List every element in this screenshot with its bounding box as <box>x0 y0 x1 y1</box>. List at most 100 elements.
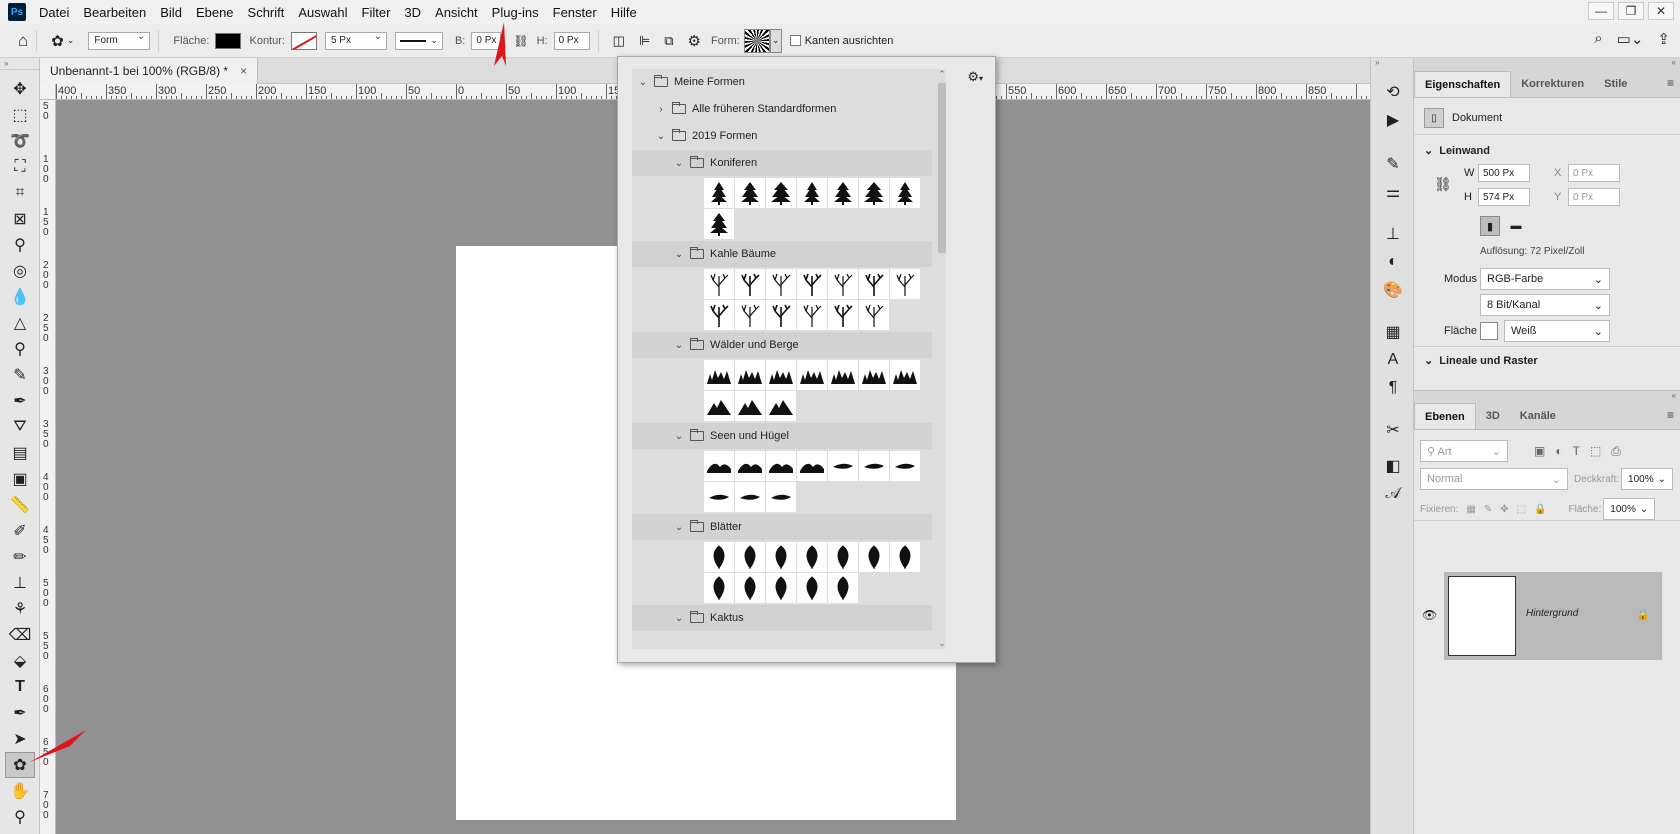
shape-thumbnail[interactable] <box>766 300 796 330</box>
chevron-right-icon[interactable]: › <box>654 104 668 115</box>
layer-filter-select[interactable]: ⚲ Art ⌄ <box>1420 440 1508 462</box>
chevron-down-icon[interactable]: ⌄ <box>672 249 686 260</box>
color-mode-select[interactable]: RGB-Farbe ⌄ <box>1480 268 1610 290</box>
brush-settings-icon[interactable]: ✎ <box>1371 150 1415 178</box>
link-dimensions-icon[interactable]: ⛓ <box>1434 176 1452 193</box>
menu-3d[interactable]: 3D <box>397 5 428 20</box>
shape-thumbnail[interactable] <box>704 269 734 299</box>
marquee-tool-icon[interactable]: ⬚ <box>0 102 40 128</box>
landscape-orientation-button[interactable]: ▬ <box>1506 216 1526 236</box>
shape-thumbnail[interactable] <box>828 360 858 390</box>
dodge-tool-icon[interactable]: ⚲ <box>0 336 40 362</box>
shape-thumbnail[interactable] <box>704 451 734 481</box>
shape-picker[interactable] <box>743 28 770 53</box>
eraser-tool-icon[interactable]: ⌫ <box>0 622 40 648</box>
character-icon[interactable]: A <box>1371 346 1415 374</box>
menu-plug-ins[interactable]: Plug-ins <box>485 5 546 20</box>
popup-gear-icon[interactable]: ⚙▾ <box>967 69 983 85</box>
shape-thumbnail[interactable] <box>704 178 734 208</box>
close-tab-icon[interactable]: × <box>240 64 247 78</box>
panel-menu-icon[interactable]: ≡ <box>1667 76 1674 90</box>
shape-thumbnail[interactable] <box>828 300 858 330</box>
shape-thumbnail[interactable] <box>859 542 889 572</box>
shape-thumbnail[interactable] <box>766 391 796 421</box>
shape-thumbnail[interactable] <box>735 391 765 421</box>
shape-thumbnail[interactable] <box>766 573 796 603</box>
chevron-down-icon[interactable]: ⌄ <box>672 431 686 442</box>
zoom-tool-icon[interactable]: ⚲ <box>0 804 40 830</box>
menu-fenster[interactable]: Fenster <box>546 5 604 20</box>
shape-group-2019-formen[interactable]: ⌄ 2019 Formen <box>632 123 932 149</box>
type-tool-icon[interactable]: T <box>0 674 40 700</box>
move-tool-icon[interactable]: ✥ <box>0 76 40 102</box>
shape-thumbnail[interactable] <box>890 178 920 208</box>
tab-adjustments[interactable]: Korrekturen <box>1511 71 1594 97</box>
blend-mode-select[interactable]: Normal ⌄ <box>1420 468 1568 490</box>
align-edges-checkbox[interactable] <box>789 35 801 46</box>
shape-thumbnail[interactable] <box>828 542 858 572</box>
chevron-down-icon[interactable]: ⌄ <box>654 131 668 142</box>
shape-thumbnail[interactable] <box>704 209 734 239</box>
shape-thumbnail[interactable] <box>704 542 734 572</box>
bit-depth-select[interactable]: 8 Bit/Kanal ⌄ <box>1480 294 1610 316</box>
fill-color-swatch[interactable] <box>1480 322 1498 340</box>
frame-tool-icon[interactable]: ⊠ <box>0 206 40 232</box>
shape-thumbnail[interactable] <box>704 573 734 603</box>
shape-thumbnail[interactable] <box>797 542 827 572</box>
menu-schrift[interactable]: Schrift <box>241 5 292 20</box>
canvas-section-header[interactable]: ⌄ Leinwand <box>1424 144 1490 158</box>
shape-thumbnail[interactable] <box>735 542 765 572</box>
mixer-brush-icon[interactable]: ⚘ <box>0 596 40 622</box>
shape-thumbnail[interactable] <box>797 451 827 481</box>
filter-pixel-icon[interactable]: ▣ <box>1534 444 1545 458</box>
lock-position-icon[interactable]: ✥ <box>1500 504 1508 515</box>
filter-shape-icon[interactable]: ⬚ <box>1590 444 1601 458</box>
lock-pixels-icon[interactable]: ✎ <box>1484 504 1492 515</box>
document-tab[interactable]: Unbenannt-1 bei 100% (RGB/8) * × <box>40 58 259 84</box>
shape-thumbnail[interactable] <box>797 178 827 208</box>
chevron-down-icon[interactable]: ⌄ <box>636 77 650 88</box>
crop-tool-icon[interactable]: ⌗ <box>0 180 40 206</box>
shape-thumbnail[interactable] <box>828 269 858 299</box>
menu-ansicht[interactable]: Ansicht <box>428 5 485 20</box>
tools-icon[interactable]: ✂ <box>1371 416 1415 444</box>
shape-thumbnail[interactable] <box>704 391 734 421</box>
menu-ebene[interactable]: Ebene <box>189 5 241 20</box>
shape-thumbnail[interactable] <box>766 269 796 299</box>
gradient-tool-icon[interactable]: ▤ <box>0 440 40 466</box>
history-panel-icon[interactable]: ⟲ <box>1371 78 1415 106</box>
shape-thumbnail[interactable] <box>735 269 765 299</box>
color-palette-icon[interactable]: 🎨 <box>1371 276 1415 304</box>
tool-mode-select[interactable]: Form <box>88 31 151 50</box>
shape-thumbnail[interactable] <box>828 178 858 208</box>
shape-thumbnail[interactable] <box>859 451 889 481</box>
shape-thumbnail[interactable] <box>704 482 734 512</box>
filter-type-icon[interactable]: T <box>1573 444 1580 458</box>
menu-datei[interactable]: Datei <box>32 5 76 20</box>
layer-row[interactable]: 👁 Hintergrund 🔒 <box>1422 572 1662 660</box>
shape-thumbnail[interactable] <box>859 300 889 330</box>
shape-group-kahle-b-ume[interactable]: ⌄ Kahle Bäume <box>632 241 932 267</box>
menu-bild[interactable]: Bild <box>153 5 189 20</box>
visibility-eye-icon[interactable]: 👁 <box>1422 608 1437 622</box>
canvas-y-input[interactable]: 0 Px <box>1568 188 1620 206</box>
stroke-width-select[interactable]: 5 Px <box>324 31 387 50</box>
shape-thumbnail[interactable] <box>766 542 796 572</box>
adjustments-icon[interactable]: ⚌ <box>1371 178 1415 206</box>
filter-smart-icon[interactable]: ⎙ <box>1611 444 1621 459</box>
actions-panel-icon[interactable]: ▶ <box>1371 106 1415 134</box>
custom-shape-tool-icon[interactable]: ✿ ⌄ <box>51 32 74 50</box>
shape-thumbnail[interactable] <box>890 451 920 481</box>
ruler-tool-icon[interactable]: 📏 <box>0 492 40 518</box>
fill-swatch[interactable] <box>215 32 242 49</box>
minimize-button[interactable]: — <box>1588 2 1614 20</box>
canvas-x-input[interactable]: 0 Px <box>1568 164 1620 182</box>
shape-thumbnail[interactable] <box>797 300 827 330</box>
blur-tool-icon[interactable]: 💧 <box>0 284 40 310</box>
shape-thumbnail[interactable] <box>766 360 796 390</box>
shape-thumbnail[interactable] <box>890 269 920 299</box>
spot-healing-tool-icon[interactable]: ◎ <box>0 258 40 284</box>
shape-group-w-lder-und-berge[interactable]: ⌄ Wälder und Berge <box>632 332 932 358</box>
shape-thumbnail[interactable] <box>890 360 920 390</box>
chevron-down-icon[interactable]: ⌄ <box>672 340 686 351</box>
